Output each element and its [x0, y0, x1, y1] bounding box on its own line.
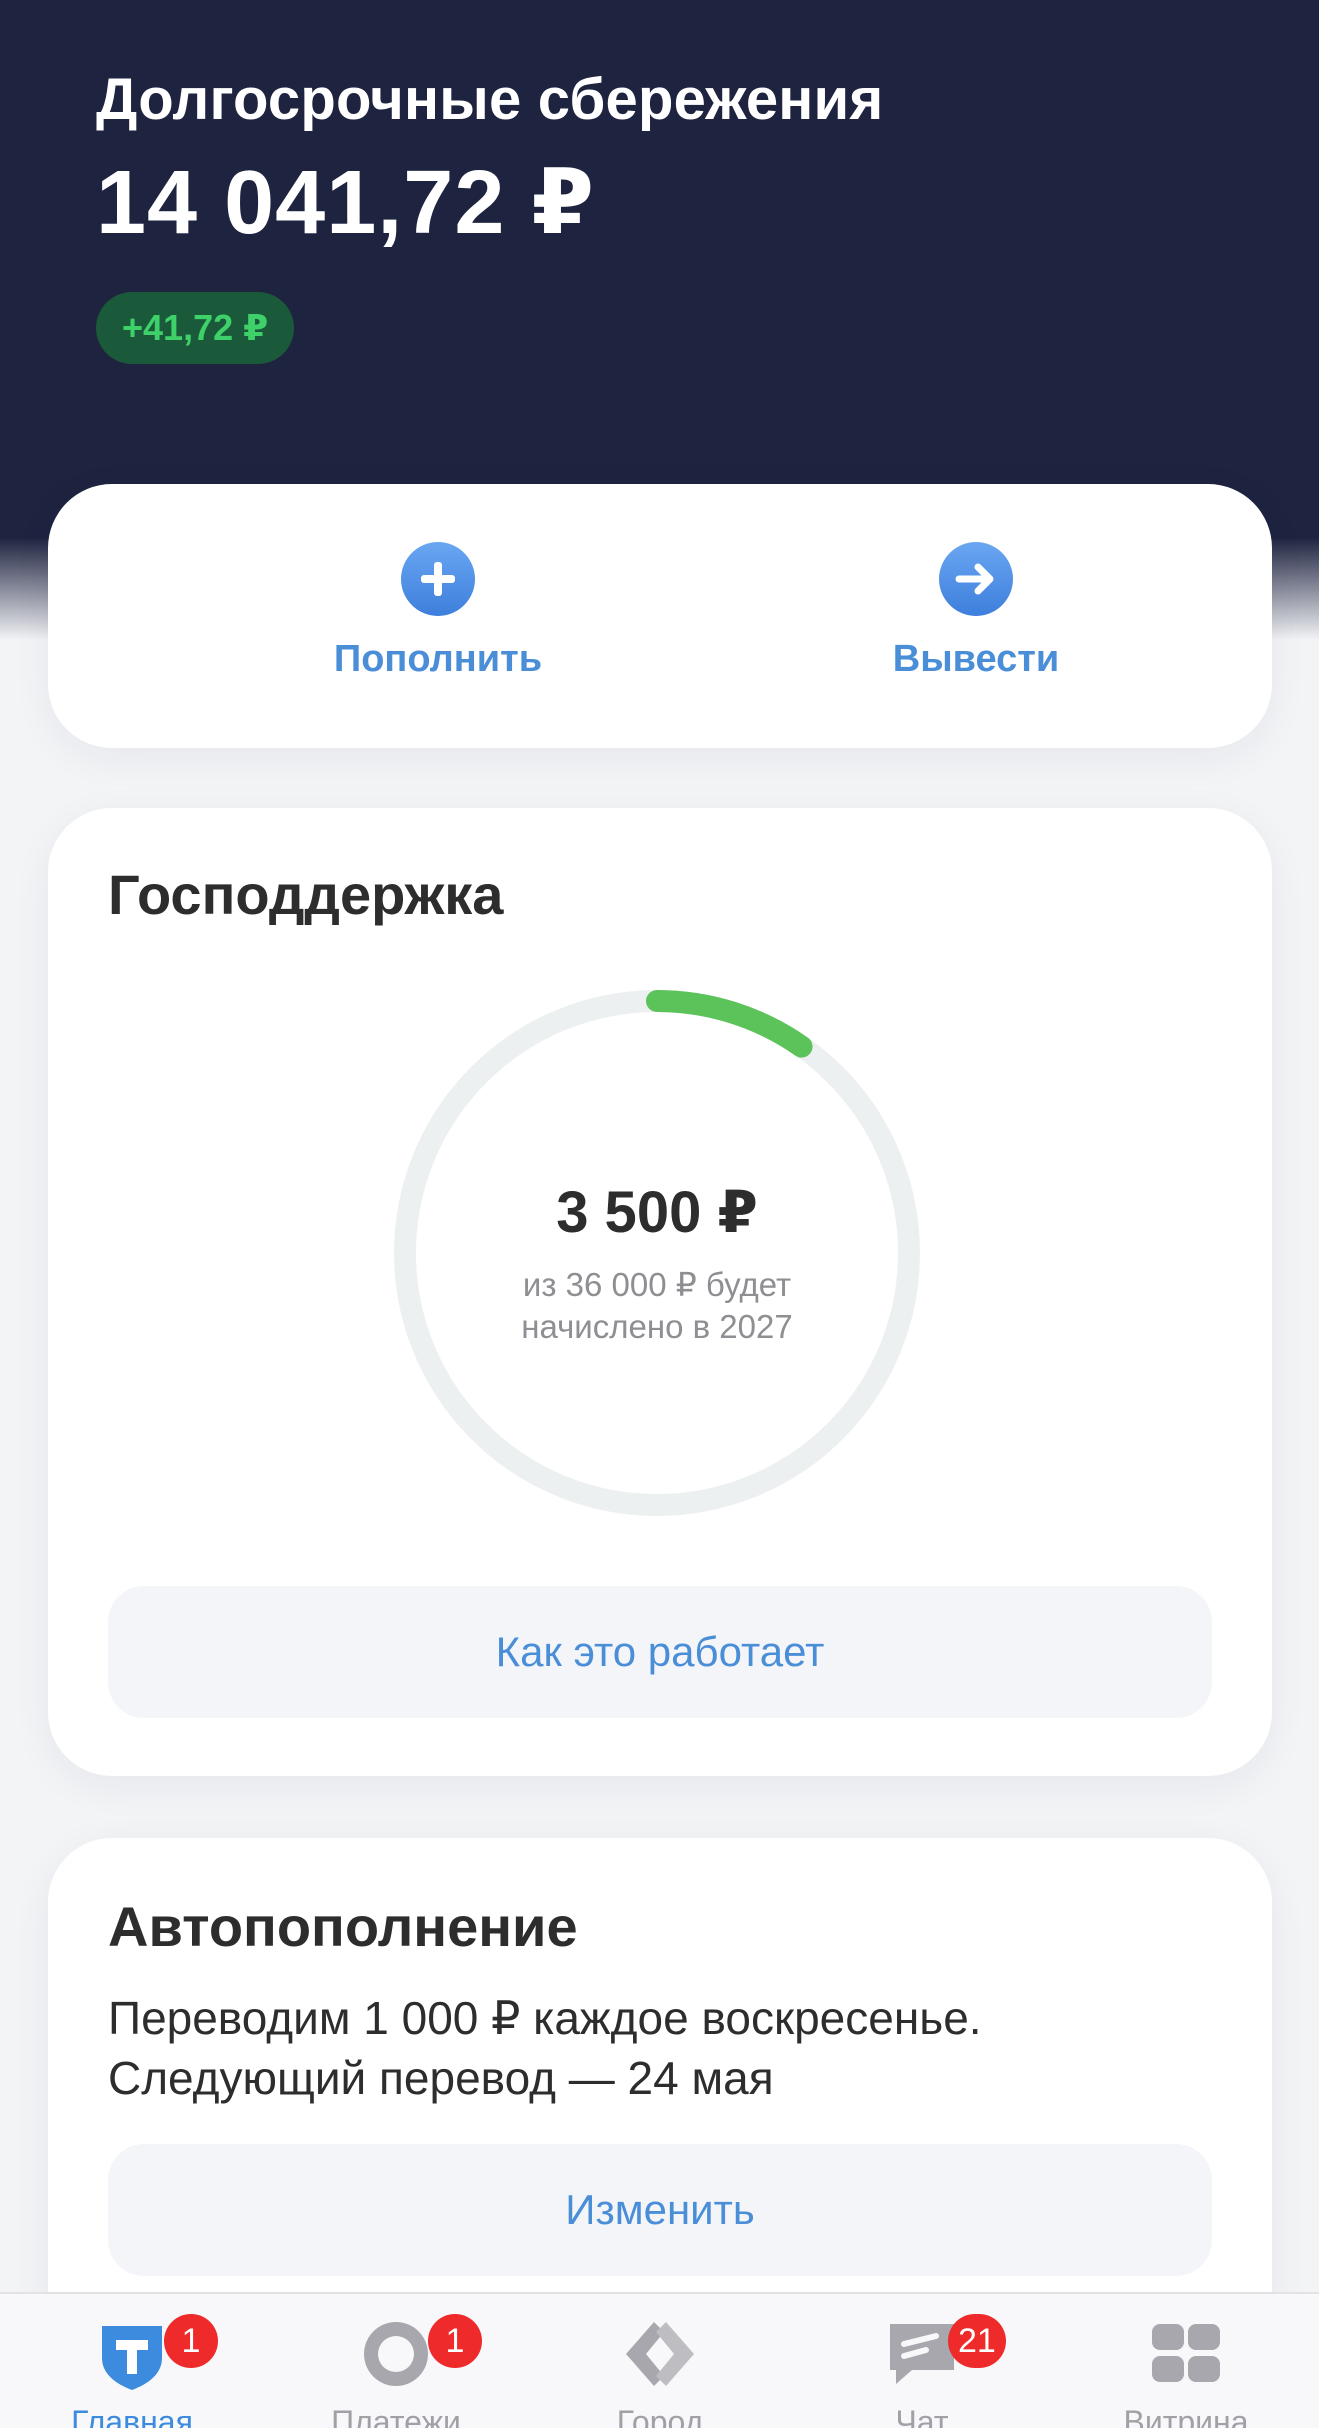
income-badge: +41,72 ₽ — [96, 292, 295, 364]
gov-support-title: Господдержка — [108, 863, 504, 926]
progress-ring — [394, 990, 920, 1516]
tab-payments-label: Платежи — [331, 2404, 461, 2428]
auto-topup-title: Автопополнение — [108, 1895, 578, 1958]
payments-icon — [364, 2322, 428, 2386]
tab-payments-badge: 1 — [428, 2314, 482, 2368]
tab-showcase[interactable]: Витрина — [1076, 2314, 1296, 2428]
tab-payments[interactable]: Платежи 1 — [286, 2314, 506, 2428]
gov-support-subtitle-line2: начислено в 2027 — [521, 1308, 793, 1345]
auto-topup-line2: Следующий перевод — 24 мая — [108, 2052, 774, 2104]
progress-ring-track — [394, 990, 920, 1516]
savings-screen: Долгосрочные сбережения 14 041,72 ₽ +41,… — [0, 0, 1319, 2428]
progress-ring-fill — [646, 990, 813, 1058]
chat-icon — [890, 2324, 954, 2384]
gov-support-card: Господдержка 3 500 ₽ из 36 000 ₽ будет н… — [48, 808, 1272, 1776]
showcase-grid-icon — [1152, 2324, 1220, 2382]
balance-amount: 14 041,72 ₽ — [96, 153, 596, 253]
tab-chat-badge: 21 — [948, 2314, 1006, 2368]
gov-support-subtitle-line1: из 36 000 ₽ будет — [522, 1266, 792, 1303]
home-t-shield-icon — [102, 2326, 162, 2390]
tab-chat-label: Чат — [895, 2404, 949, 2428]
actions-card: Пополнить Вывести — [48, 484, 1272, 748]
tab-home-badge: 1 — [164, 2314, 218, 2368]
auto-topup-description: Переводим 1 000 ₽ каждое воскресенье. Сл… — [108, 1988, 1218, 2108]
arrow-right-circle-icon — [939, 542, 1013, 616]
page-title: Долгосрочные сбережения — [96, 67, 884, 132]
tab-home[interactable]: Главная 1 — [22, 2314, 242, 2428]
gov-support-subtitle: из 36 000 ₽ будет начислено в 2027 — [392, 1264, 922, 1348]
gov-support-amount: 3 500 ₽ — [556, 1180, 758, 1245]
tab-city[interactable]: Город — [550, 2314, 770, 2428]
tab-bar: Главная 1 Платежи 1 Город Чат 21 Витрина — [0, 2292, 1319, 2428]
tab-city-label: Город — [616, 2404, 704, 2428]
withdraw-button[interactable]: Вывести — [826, 542, 1126, 681]
tab-chat[interactable]: Чат 21 — [812, 2314, 1032, 2428]
city-icon — [626, 2322, 694, 2386]
plus-circle-icon — [401, 542, 475, 616]
deposit-label: Пополнить — [333, 638, 543, 680]
auto-topup-line1: Переводим 1 000 ₽ каждое воскресенье. — [108, 1992, 982, 2044]
how-it-works-button[interactable]: Как это работает — [108, 1586, 1212, 1718]
change-button[interactable]: Изменить — [108, 2144, 1212, 2276]
tab-home-label: Главная — [71, 2404, 193, 2428]
deposit-button[interactable]: Пополнить — [288, 542, 588, 681]
withdraw-label: Вывести — [892, 638, 1060, 680]
tab-showcase-label: Витрина — [1123, 2404, 1249, 2428]
